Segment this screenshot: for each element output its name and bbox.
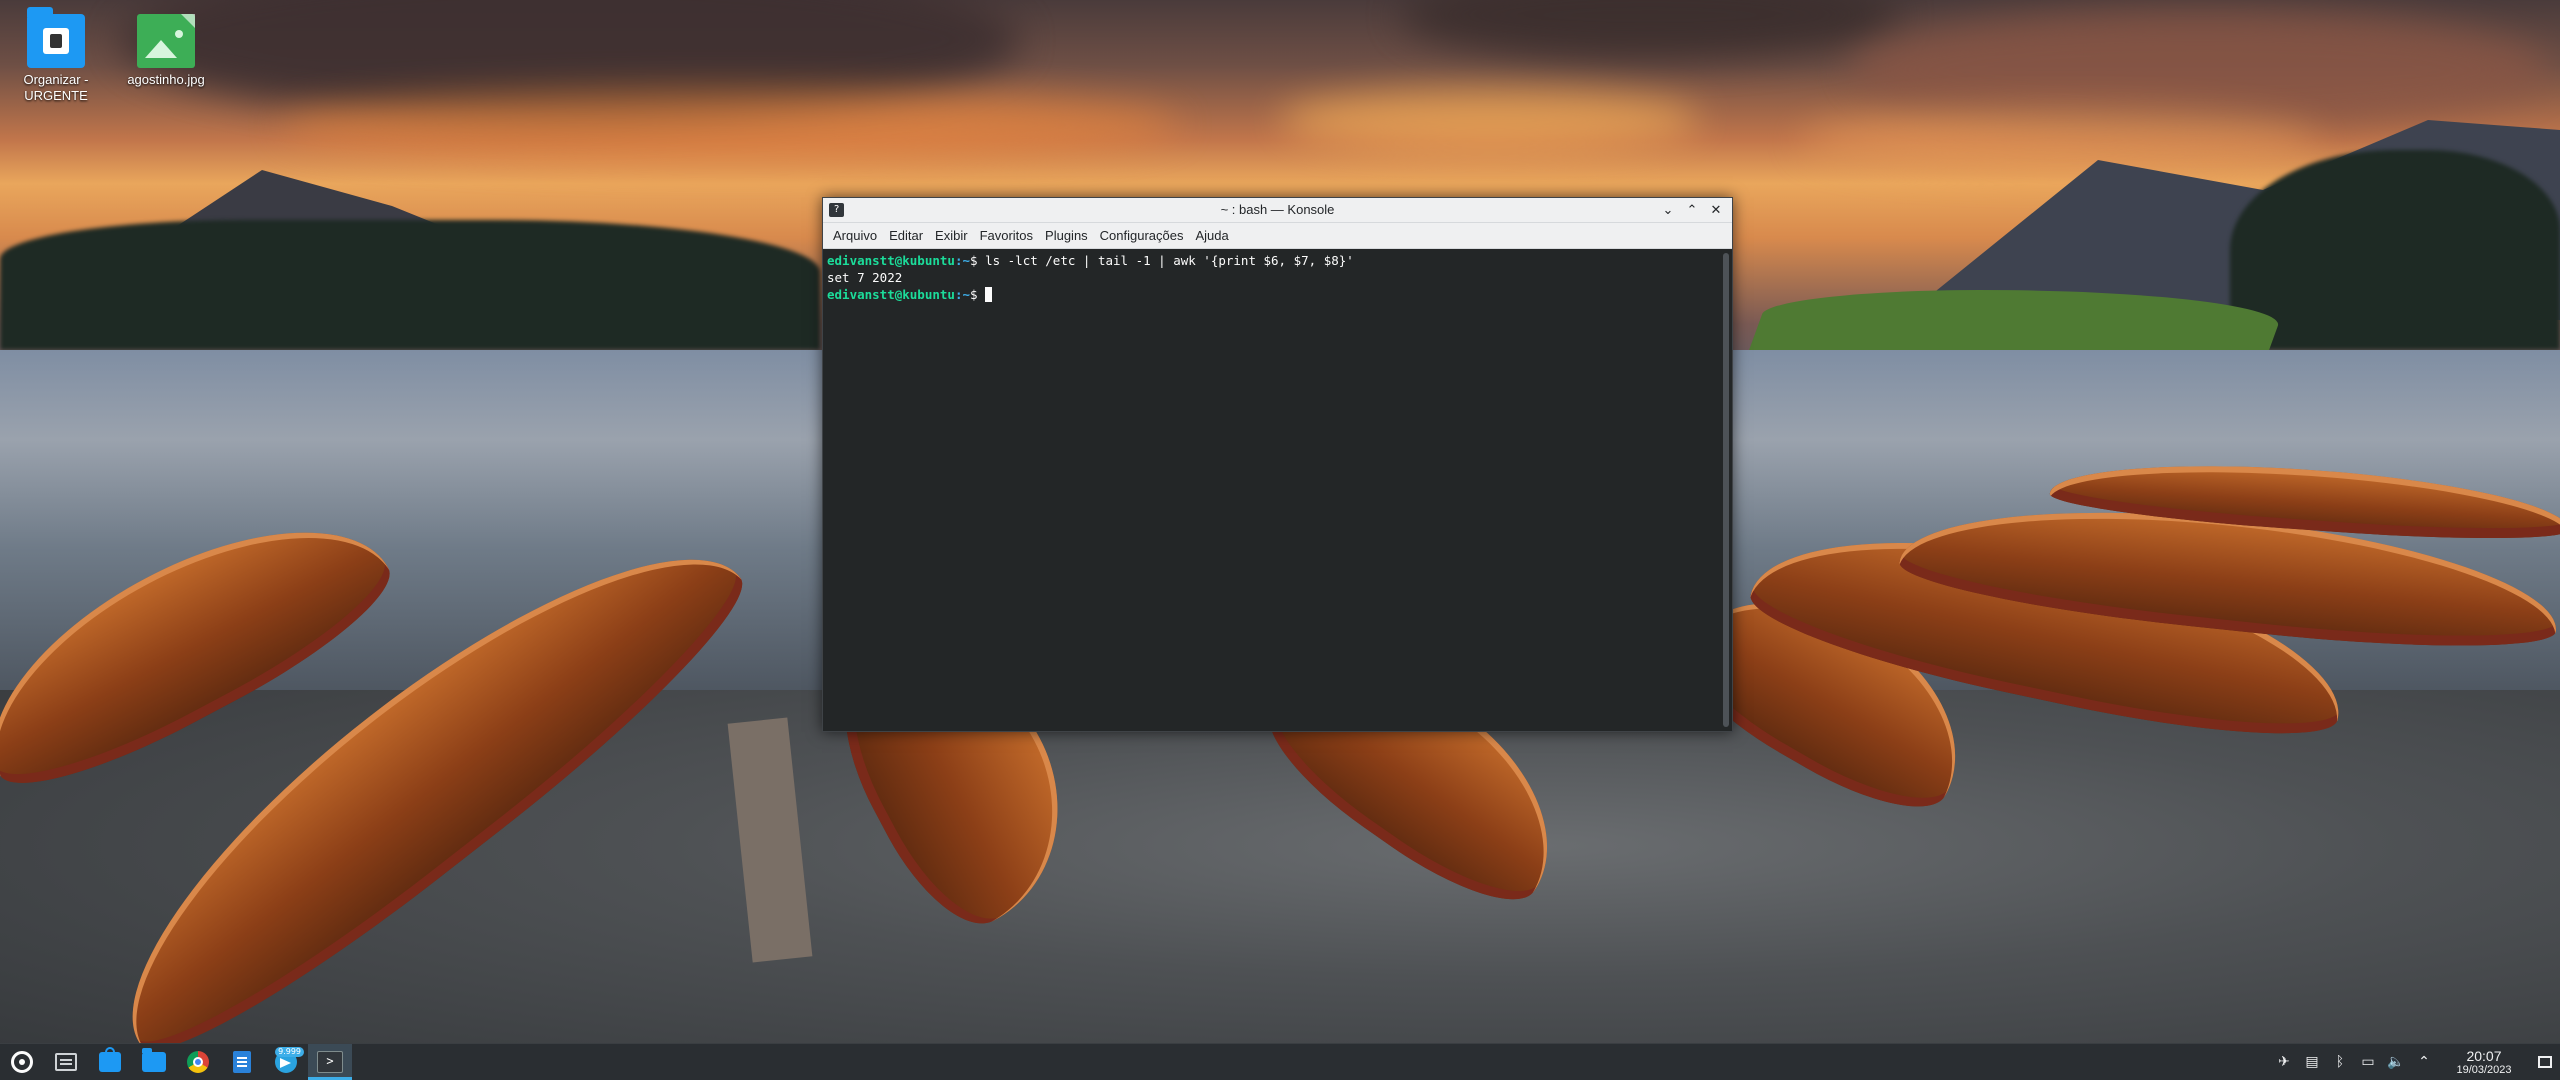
desktop-icon-agostinho-jpg[interactable]: agostinho.jpg [118, 0, 214, 88]
taskbar-documents[interactable] [220, 1044, 264, 1080]
clock-time: 20:07 [2466, 1047, 2502, 1064]
prompt-path: :~ [954, 287, 970, 302]
menu-favoritos[interactable]: Favoritos [974, 228, 1039, 243]
taskbar-telegram[interactable]: 9.999 [264, 1044, 308, 1080]
taskbar-google-chrome[interactable] [176, 1044, 220, 1080]
menu-editar[interactable]: Editar [883, 228, 929, 243]
system-tray: ✈ ▤ ᛒ ▭ 🔈 ⌃ 20:07 19/03/2023 [2270, 1044, 2560, 1080]
menu-configuracoes[interactable]: Configurações [1094, 228, 1190, 243]
document-icon [233, 1051, 251, 1073]
prompt-user: edivanstt@kubuntu [827, 287, 955, 302]
maximize-button[interactable]: ⌃ [1682, 200, 1702, 220]
taskbar-dolphin-files[interactable] [132, 1044, 176, 1080]
display-icon[interactable]: ▭ [2354, 1044, 2382, 1080]
notification-badge: 9.999 [275, 1047, 304, 1057]
terminal-area[interactable]: edivanstt@kubuntu:~$ ls -lct /etc | tail… [823, 249, 1720, 731]
clock-date: 19/03/2023 [2456, 1063, 2512, 1076]
menu-exibir[interactable]: Exibir [929, 228, 974, 243]
bluetooth-icon[interactable]: ᛒ [2326, 1044, 2354, 1080]
menu-arquivo[interactable]: Arquivo [827, 228, 883, 243]
store-icon [99, 1047, 121, 1072]
terminal-prompt-line: edivanstt@kubuntu:~$ [827, 286, 1716, 303]
terminal-cursor [985, 287, 993, 302]
telegram-tray-icon[interactable]: ✈ [2270, 1044, 2298, 1080]
digital-clock[interactable]: 20:07 19/03/2023 [2444, 1048, 2524, 1077]
taskbar-discover-store[interactable] [88, 1044, 132, 1080]
launcher-icon [11, 1051, 33, 1073]
prompt-symbol: $ [970, 253, 986, 268]
prompt-symbol: $ [970, 287, 986, 302]
terminal-icon: > [317, 1051, 343, 1073]
desktop-icon-label: Organizar - URGENTE [23, 72, 89, 103]
desktop-icon-organizar-urgente[interactable]: Organizar - URGENTE [8, 0, 104, 104]
konsole-window[interactable]: ? ~ : bash — Konsole ⌄ ⌃ ✕ Arquivo Edita… [822, 197, 1733, 732]
close-button[interactable]: ✕ [1706, 200, 1726, 220]
show-desktop-icon [2538, 1056, 2552, 1068]
taskbar-application-launcher[interactable] [0, 1044, 44, 1080]
terminal-command-line: edivanstt@kubuntu:~$ ls -lct /etc | tail… [827, 252, 1716, 269]
minimize-button[interactable]: ⌄ [1658, 200, 1678, 220]
folder-icon [27, 7, 85, 68]
window-title: ~ : bash — Konsole [1220, 202, 1335, 217]
taskbar: 9.999 > ✈ ▤ ᛒ ▭ 🔈 ⌃ 20:07 19/03/2023 [0, 1043, 2560, 1080]
volume-icon[interactable]: 🔈 [2382, 1044, 2410, 1080]
chevron-up-icon[interactable]: ⌃ [2410, 1044, 2438, 1080]
window-titlebar[interactable]: ? ~ : bash — Konsole ⌄ ⌃ ✕ [823, 198, 1732, 223]
menubar: Arquivo Editar Exibir Favoritos Plugins … [823, 223, 1732, 249]
menu-ajuda[interactable]: Ajuda [1190, 228, 1235, 243]
prompt-user: edivanstt@kubuntu [827, 253, 955, 268]
desktop-icon-label: agostinho.jpg [127, 72, 205, 87]
image-file-icon [137, 14, 195, 68]
menu-plugins[interactable]: Plugins [1039, 228, 1094, 243]
system-icon [55, 1053, 77, 1071]
terminal-command: ls -lct /etc | tail -1 | awk '{print $6,… [985, 253, 1354, 268]
terminal-output: set 7 2022 [827, 270, 903, 285]
terminal-scrollbar[interactable] [1723, 253, 1729, 727]
clipboard-icon[interactable]: ▤ [2298, 1044, 2326, 1080]
folder-icon [142, 1048, 166, 1072]
taskbar-konsole[interactable]: > [308, 1044, 352, 1080]
taskbar-system-settings[interactable] [44, 1044, 88, 1080]
show-desktop-button[interactable] [2530, 1044, 2560, 1080]
chrome-icon [187, 1051, 209, 1073]
prompt-path: :~ [954, 253, 970, 268]
